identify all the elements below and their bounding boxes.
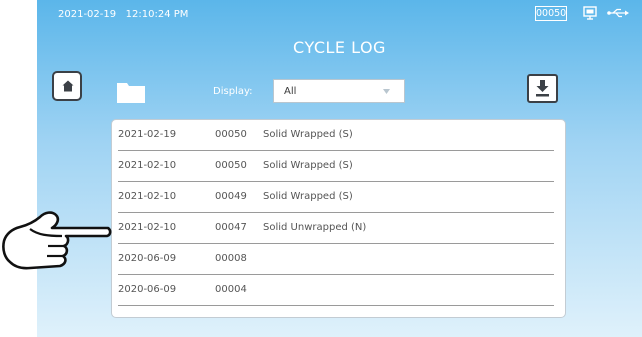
row-divider	[118, 305, 554, 306]
status-bar: 2021-02-19 12:10:24 PM 00050	[37, 0, 642, 24]
row-cycle-type: Solid Unwrapped (N)	[263, 222, 367, 233]
screen-icon	[583, 6, 597, 20]
display-label: Display:	[213, 86, 253, 97]
row-cycle-type: Solid Wrapped (S)	[263, 160, 353, 171]
status-time: 12:10:24 PM	[125, 9, 189, 20]
row-cycle-type: Solid Wrapped (S)	[263, 191, 353, 202]
chevron-down-icon	[383, 89, 390, 94]
row-cycle-number: 00008	[215, 253, 247, 264]
cycle-log-row[interactable]: 2020-06-09 00004	[112, 275, 565, 306]
home-button[interactable]	[52, 71, 82, 101]
display-filter-select[interactable]: All	[273, 79, 405, 103]
row-date: 2021-02-10	[118, 191, 177, 202]
cycle-log-row[interactable]: 2021-02-10 00049 Solid Wrapped (S)	[112, 182, 565, 213]
status-date: 2021-02-19	[58, 9, 117, 20]
cycle-log-row[interactable]: 2020-06-09 00008	[112, 244, 565, 275]
cycle-log-screen: 2021-02-19 12:10:24 PM 00050 CYCLE LOG D…	[37, 0, 642, 337]
row-cycle-number: 00049	[215, 191, 247, 202]
row-date: 2021-02-19	[118, 129, 177, 140]
cycle-counter: 00050	[535, 6, 567, 21]
cycle-log-row[interactable]: 2021-02-10 00050 Solid Wrapped (S)	[112, 151, 565, 182]
download-button[interactable]	[527, 74, 558, 103]
status-datetime: 2021-02-19 12:10:24 PM	[58, 9, 188, 20]
row-date: 2020-06-09	[118, 284, 177, 295]
row-cycle-number: 00050	[215, 129, 247, 140]
row-date: 2021-02-10	[118, 160, 177, 171]
hand-pointer-icon	[2, 211, 112, 270]
folder-icon[interactable]	[116, 80, 146, 104]
display-filter-value: All	[284, 86, 297, 97]
row-date: 2020-06-09	[118, 253, 177, 264]
page-title: CYCLE LOG	[293, 38, 386, 57]
row-cycle-number: 00004	[215, 284, 247, 295]
cycle-log-row[interactable]: 2021-02-10 00047 Solid Unwrapped (N)	[112, 213, 565, 244]
home-icon	[62, 80, 74, 92]
row-cycle-number: 00047	[215, 222, 247, 233]
download-icon	[536, 80, 549, 97]
usb-icon	[607, 8, 629, 18]
row-date: 2021-02-10	[118, 222, 177, 233]
cycle-log-list: 2021-02-19 00050 Solid Wrapped (S) 2021-…	[111, 119, 566, 318]
cycle-log-row[interactable]: 2021-02-19 00050 Solid Wrapped (S)	[112, 120, 565, 151]
row-cycle-number: 00050	[215, 160, 247, 171]
row-cycle-type: Solid Wrapped (S)	[263, 129, 353, 140]
